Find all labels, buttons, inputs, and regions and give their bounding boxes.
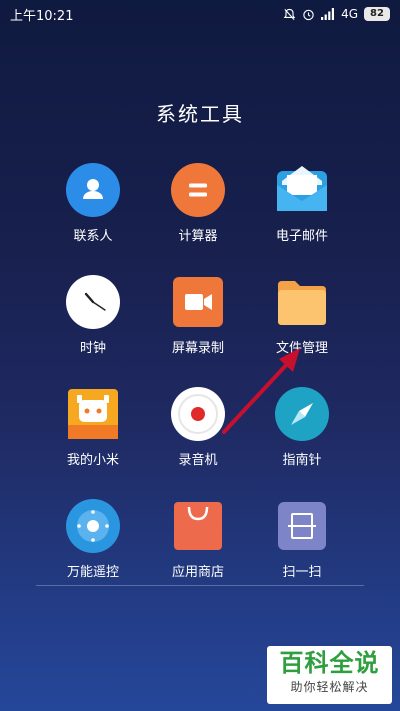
scanner-icon [278, 502, 326, 550]
app-email[interactable]: 电子邮件 [252, 163, 352, 244]
app-store[interactable]: 应用商店 [148, 499, 248, 580]
clock-icon [66, 275, 120, 329]
app-mi[interactable]: 我的小米 [43, 387, 143, 468]
app-label: 扫一扫 [282, 565, 322, 580]
app-label: 我的小米 [66, 453, 119, 468]
app-label: 时钟 [79, 341, 106, 356]
battery-icon: 82 [364, 7, 390, 21]
status-bar: 上午10:21 4G 82 [0, 0, 400, 28]
app-label: 屏幕录制 [171, 341, 224, 356]
app-scanner[interactable]: 扫一扫 [252, 499, 352, 580]
app-label: 文件管理 [275, 341, 328, 356]
alarm-icon [303, 9, 314, 20]
app-recorder[interactable]: 录音机 [148, 387, 248, 468]
screen-recorder-icon [173, 277, 223, 327]
mi-icon [68, 389, 118, 439]
app-file-manager[interactable]: 文件管理 [252, 275, 352, 356]
watermark-subtitle: 助你轻松解决 [290, 680, 369, 694]
app-label: 联系人 [73, 229, 113, 244]
app-calculator[interactable]: 计算器 [148, 163, 248, 244]
app-label: 万能遥控 [66, 565, 119, 580]
app-clock[interactable]: 时钟 [43, 275, 143, 356]
folder-title: 系统工具 [156, 102, 244, 126]
divider [36, 585, 364, 586]
app-store-icon [174, 502, 222, 550]
contacts-icon [66, 163, 120, 217]
email-icon [277, 166, 327, 211]
app-compass[interactable]: 指南针 [252, 387, 352, 468]
mute-icon [283, 8, 296, 20]
watermark-title: 百科全说 [279, 649, 380, 677]
app-label: 指南针 [282, 453, 322, 468]
watermark-logo: 百科全说 助你轻松解决 [267, 646, 392, 704]
app-label: 录音机 [178, 453, 218, 468]
calculator-icon [171, 163, 225, 217]
app-label: 计算器 [178, 229, 218, 244]
recorder-icon [171, 387, 225, 441]
remote-icon [66, 499, 120, 553]
network-type: 4G [341, 7, 358, 21]
app-label: 电子邮件 [275, 229, 328, 244]
file-manager-icon [278, 281, 326, 325]
status-icons: 4G 82 [283, 7, 390, 21]
app-screen-recorder[interactable]: 屏幕录制 [148, 275, 248, 356]
signal-icon [321, 8, 335, 20]
app-remote[interactable]: 万能遥控 [43, 499, 143, 580]
compass-icon [275, 387, 329, 441]
status-time: 上午10:21 [10, 8, 74, 24]
app-label: 应用商店 [171, 565, 224, 580]
app-contacts[interactable]: 联系人 [43, 163, 143, 244]
